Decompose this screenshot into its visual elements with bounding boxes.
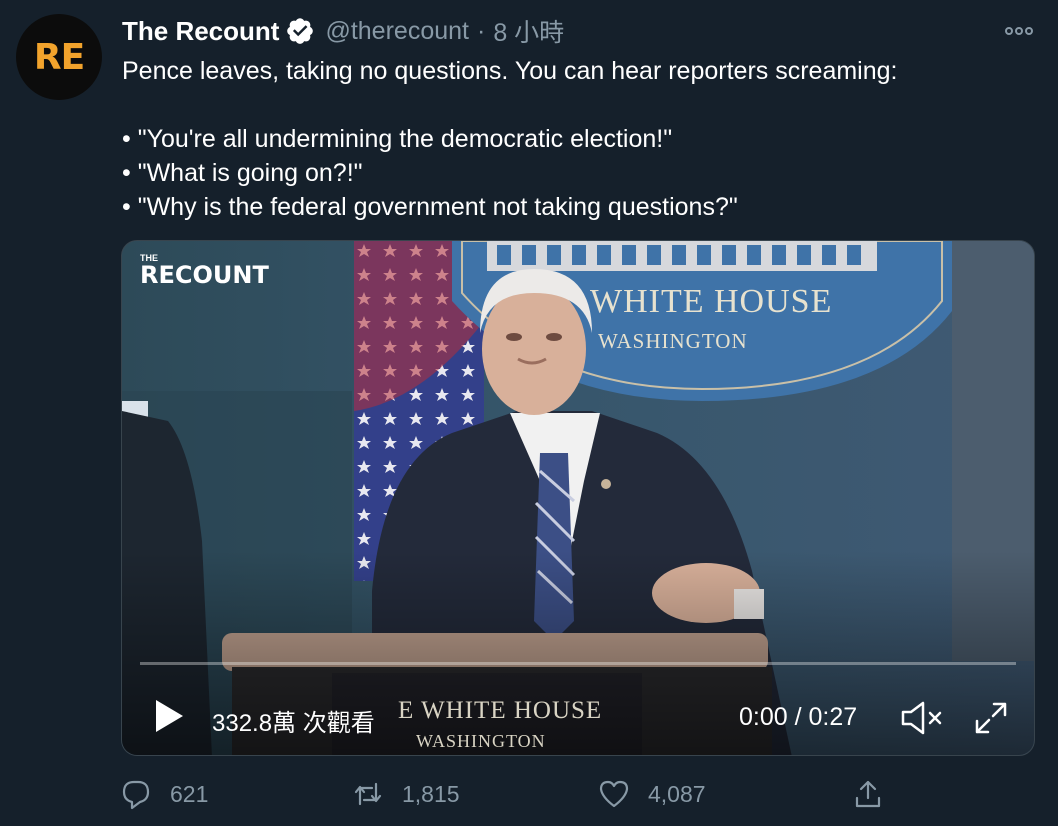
video-time: 0:00 / 0:27 (739, 703, 858, 731)
tweet-bullet: • "Why is the federal government not tak… (122, 193, 738, 221)
user-handle[interactable]: @therecount (325, 17, 469, 46)
tweet-bullet: • "What is going on?!" (122, 159, 363, 187)
view-count: 332.8萬 次觀看 (212, 710, 375, 737)
like-button[interactable]: 4,087 (598, 774, 706, 814)
tweet-line: Pence leaves, taking no questions. You c… (122, 57, 898, 85)
muted-speaker-icon[interactable] (900, 699, 944, 737)
seal-subtext: WASHINGTON (598, 329, 748, 353)
action-bar: 621 1,815 4,087 (0, 774, 1058, 814)
podium-text: E WHITE HOUSE (398, 697, 603, 724)
reply-count: 621 (170, 780, 209, 807)
retweet-button[interactable]: 1,815 (352, 774, 460, 814)
fullscreen-icon[interactable] (974, 701, 1008, 735)
display-name[interactable]: The Recount (122, 16, 279, 47)
like-count: 4,087 (648, 780, 706, 807)
retweet-count: 1,815 (402, 780, 460, 807)
retweet-icon (354, 782, 382, 806)
more-options-icon[interactable] (1002, 20, 1036, 42)
video-player[interactable]: THE RECOUNT WHITE HOUSE WASHINGTON E WHI… (121, 240, 1035, 756)
reply-icon (122, 780, 150, 810)
verified-badge-icon (287, 18, 314, 44)
header-separator: · (476, 16, 486, 45)
avatar-logo: RE (33, 36, 85, 78)
play-icon[interactable] (152, 697, 186, 735)
reply-button[interactable]: 621 (120, 774, 208, 814)
share-icon (855, 780, 881, 808)
avatar[interactable]: RE (16, 14, 102, 100)
tweet: RE The Recount @therecount · 8 小時 Pence … (0, 0, 1058, 826)
progress-bar[interactable] (140, 662, 1016, 665)
seal-text: WHITE HOUSE (590, 283, 833, 320)
video-frame (122, 241, 1034, 755)
share-button[interactable] (852, 774, 884, 814)
brand-watermark: RECOUNT (140, 261, 269, 289)
podium-subtext: WASHINGTON (416, 731, 546, 751)
heart-icon (599, 780, 629, 808)
tweet-header: The Recount @therecount · 8 小時 (122, 14, 564, 48)
timestamp[interactable]: 8 小時 (493, 13, 564, 49)
tweet-bullet: • "You're all undermining the democratic… (122, 125, 673, 153)
tweet-text: Pence leaves, taking no questions. You c… (122, 54, 1032, 224)
